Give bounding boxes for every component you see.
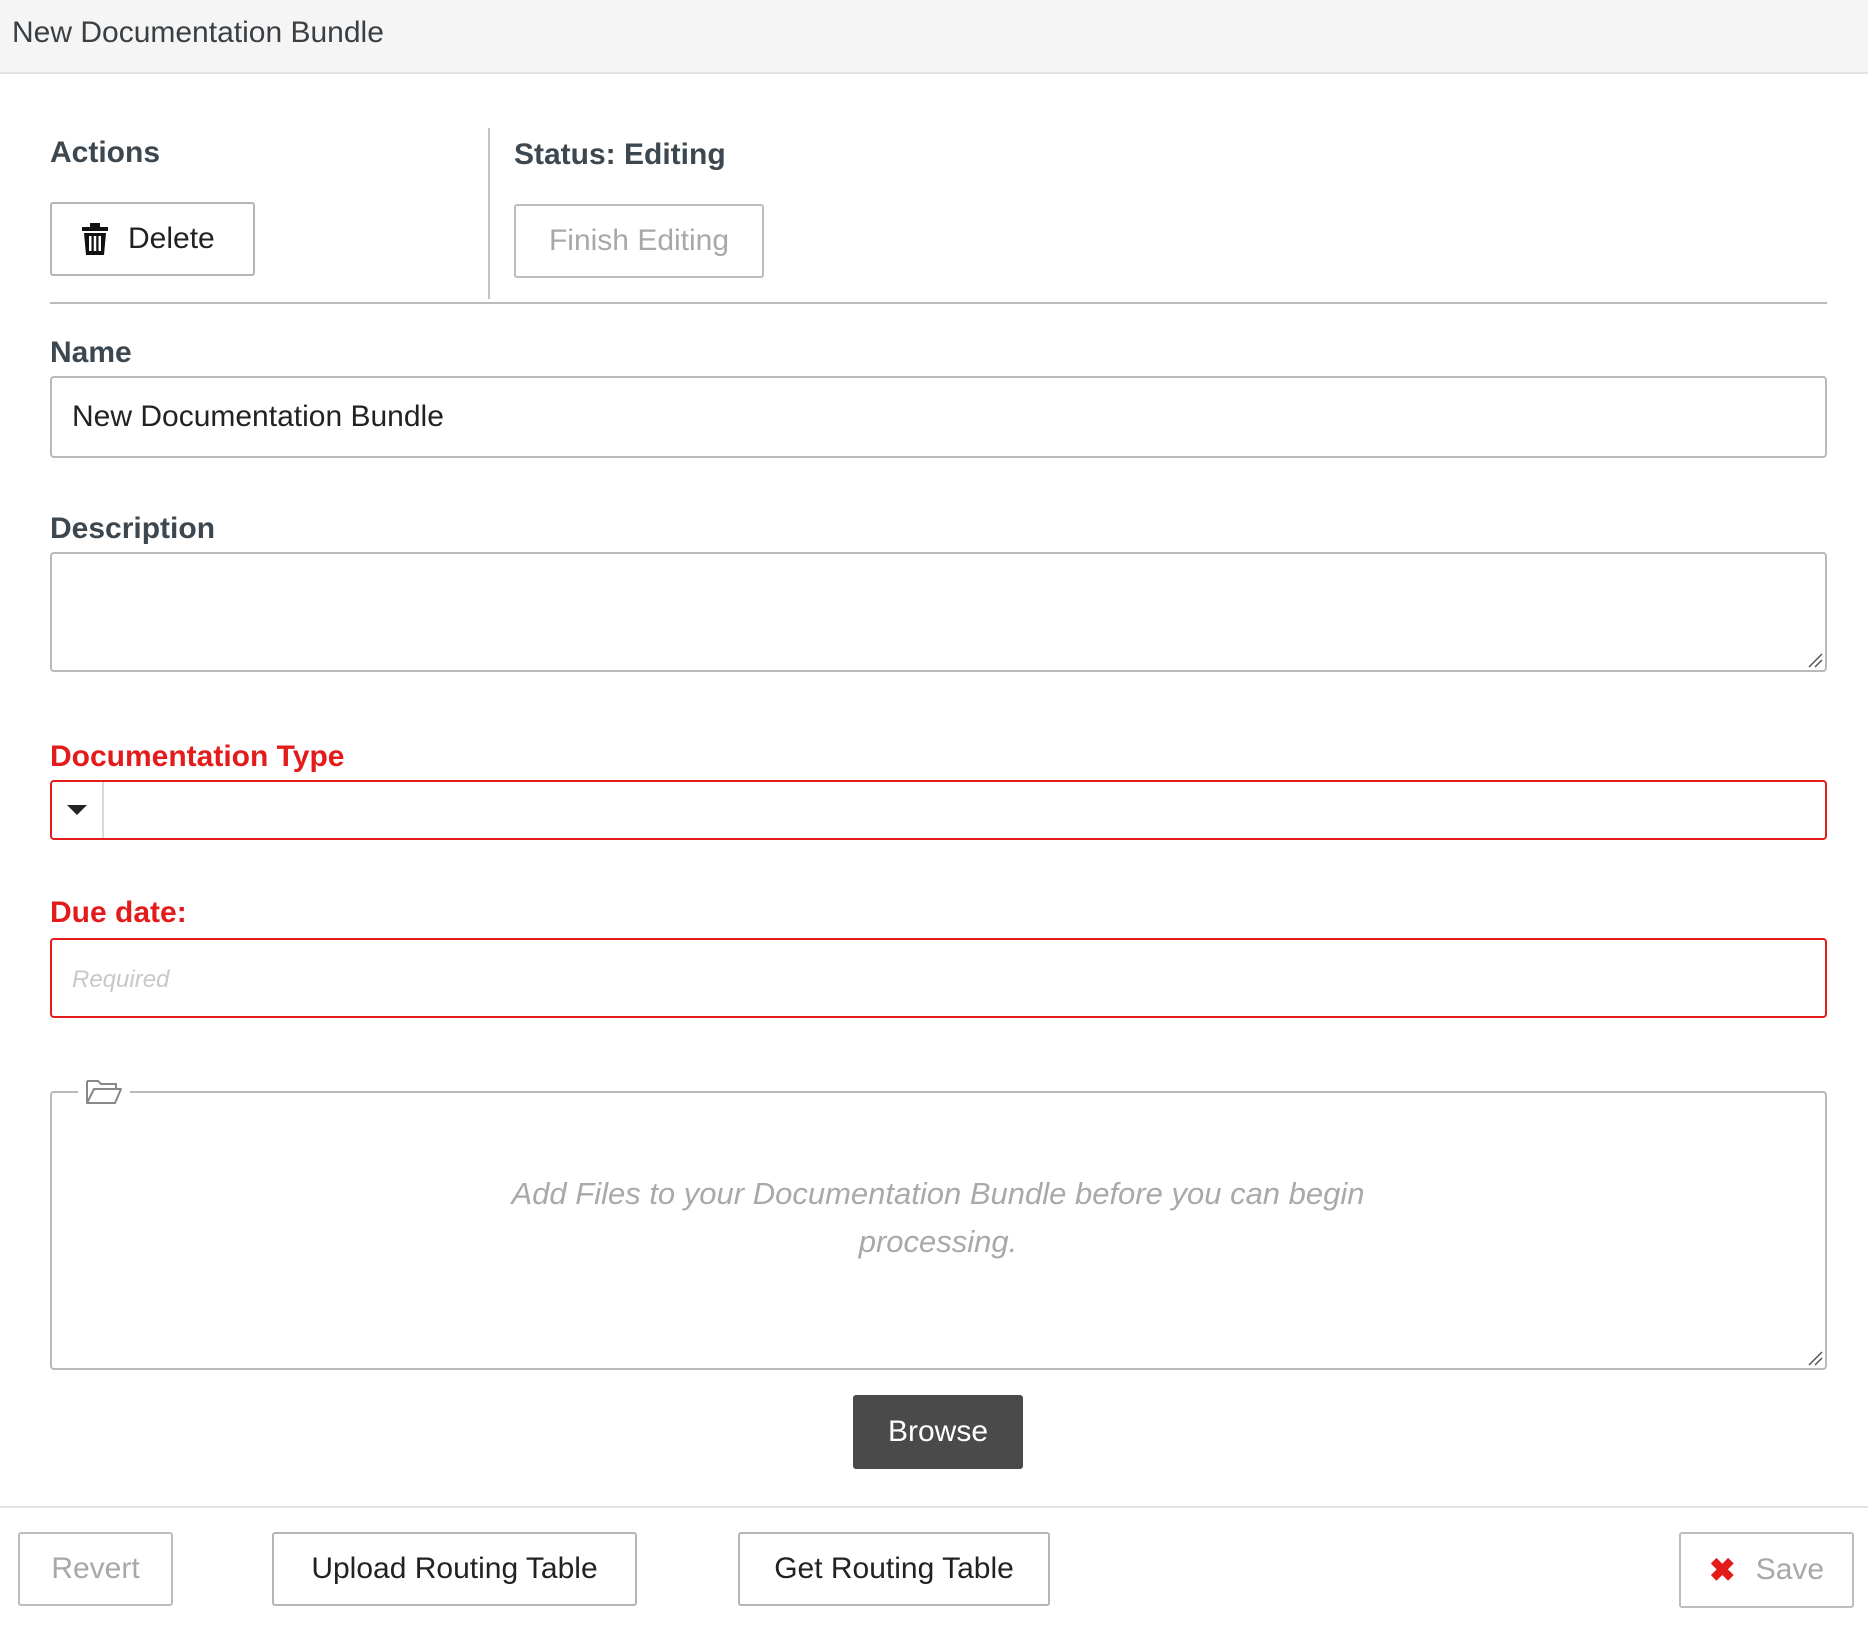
- status-heading: Status: Editing: [514, 138, 726, 171]
- due-date-label: Due date:: [50, 896, 187, 929]
- delete-button-label: Delete: [128, 222, 215, 255]
- footer-divider: [0, 1506, 1868, 1508]
- get-routing-table-button[interactable]: Get Routing Table: [738, 1532, 1050, 1606]
- actions-heading: Actions: [50, 136, 161, 169]
- drop-zone-legend: [78, 1074, 130, 1108]
- close-icon: ✖: [1708, 1552, 1736, 1588]
- documentation-type-select[interactable]: [50, 780, 1827, 840]
- resize-grip-icon[interactable]: [1807, 1350, 1823, 1366]
- caret-down-icon: [67, 805, 87, 815]
- save-button-label: Save: [1755, 1553, 1825, 1586]
- delete-button[interactable]: Delete: [50, 202, 255, 276]
- description-label: Description: [50, 512, 216, 545]
- description-input[interactable]: [50, 552, 1827, 672]
- revert-button[interactable]: Revert: [18, 1532, 173, 1606]
- documentation-type-value: [104, 782, 1825, 838]
- dropdown-toggle[interactable]: [52, 782, 104, 838]
- trash-icon: [82, 223, 108, 255]
- finish-editing-button[interactable]: Finish Editing: [514, 204, 764, 278]
- folder-open-icon: [86, 1080, 122, 1104]
- window-titlebar: New Documentation Bundle: [0, 0, 1868, 74]
- resize-grip-icon[interactable]: [1807, 652, 1823, 668]
- due-date-input[interactable]: [50, 938, 1827, 1018]
- window-title: New Documentation Bundle: [12, 16, 384, 49]
- documentation-type-label: Documentation Type: [50, 740, 345, 773]
- browse-button[interactable]: Browse: [853, 1395, 1023, 1469]
- name-input[interactable]: [50, 376, 1827, 458]
- header-divider: [50, 302, 1827, 304]
- upload-routing-table-button[interactable]: Upload Routing Table: [272, 1532, 637, 1606]
- empty-files-message: Add Files to your Documentation Bundle b…: [511, 1176, 1365, 1259]
- section-divider: [488, 128, 490, 299]
- name-label: Name: [50, 336, 132, 369]
- save-button[interactable]: ✖ Save: [1679, 1532, 1854, 1608]
